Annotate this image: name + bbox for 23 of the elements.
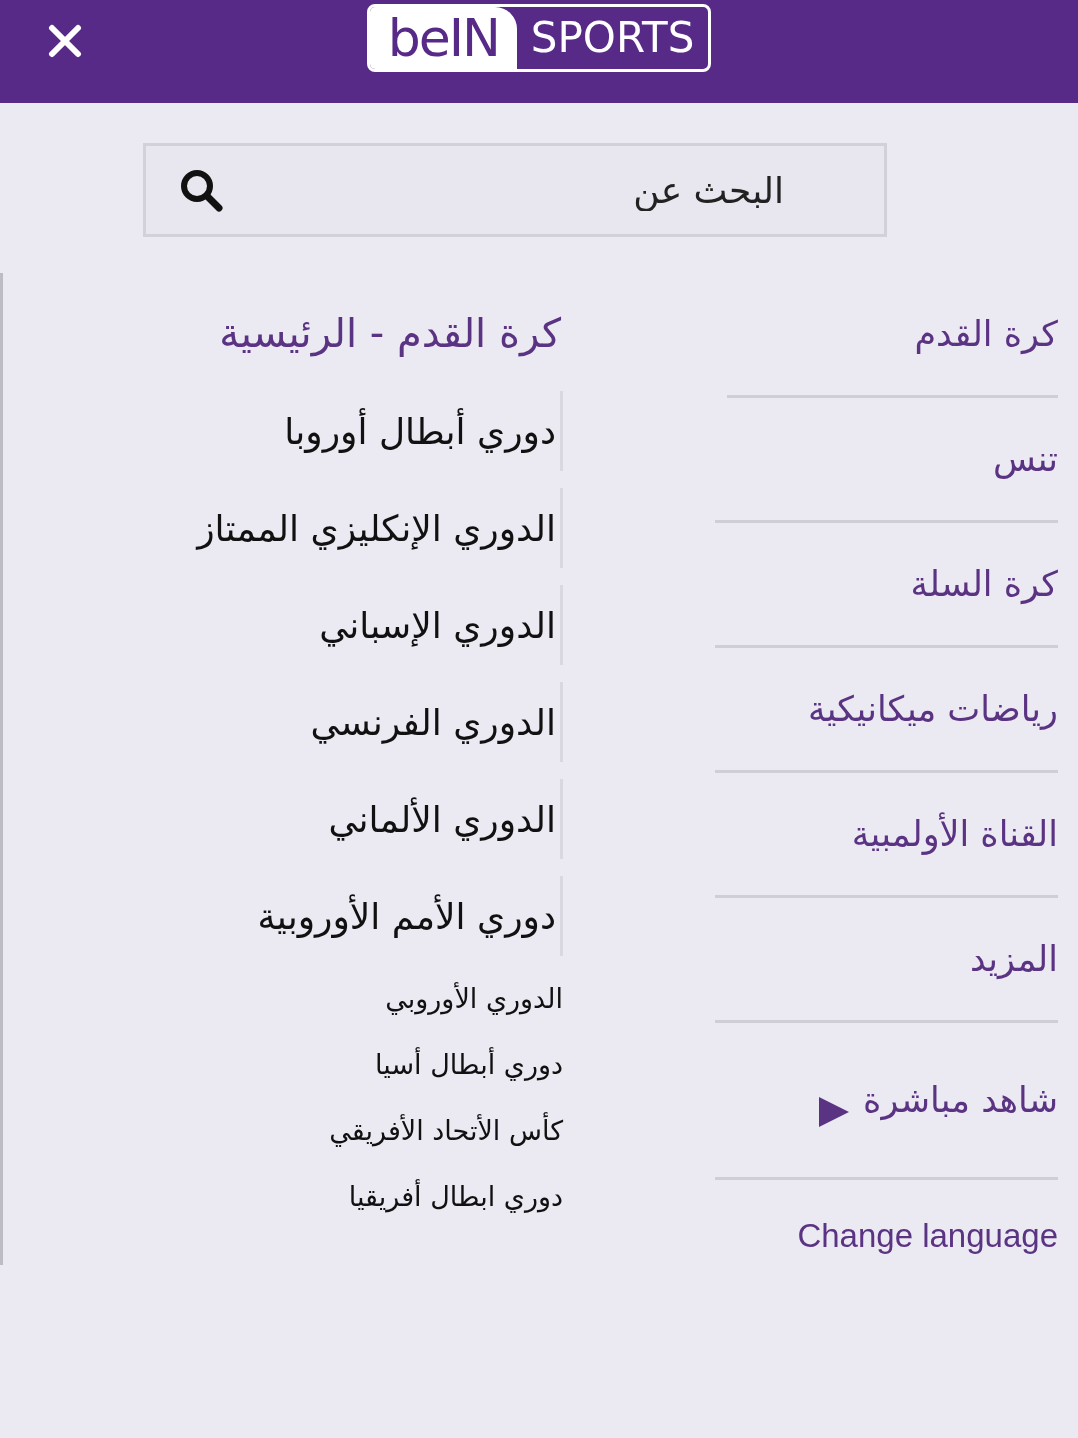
menu-item[interactable]: رياضات ميكانيكية	[807, 689, 1058, 729]
submenu-item[interactable]: دوري ابطال أفريقيا	[348, 1163, 563, 1229]
triangle-icon[interactable]	[819, 1097, 850, 1127]
submenu-title: كرة القدم - الرئيسية	[219, 309, 562, 359]
menu-item[interactable]: تنس	[993, 439, 1058, 479]
submenu-item[interactable]: دوري الأمم الأوروبية	[257, 876, 563, 956]
submenu-item[interactable]: الدوري الإسباني	[319, 585, 563, 665]
submenu-item[interactable]: الدوري الأوروبي	[385, 965, 563, 1031]
submenu-item[interactable]: دوري أبطال أسيا	[375, 1031, 563, 1097]
submenu-item[interactable]: دوري أبطال أوروبا	[284, 391, 563, 471]
change-language-link[interactable]: Change language	[797, 1217, 1058, 1255]
menu-item[interactable]: كرة السلة	[910, 564, 1058, 604]
submenu-item[interactable]: الدوري الألماني	[328, 779, 563, 859]
menu-item[interactable]: كرة القدم	[914, 314, 1058, 354]
menu-item[interactable]: القناة الأولمبية	[851, 814, 1058, 854]
submenu-item[interactable]: كأس الأتحاد الأفريقي	[329, 1097, 563, 1163]
close-icon[interactable]	[48, 24, 82, 58]
menu-item[interactable]: المزيد	[969, 939, 1058, 979]
logo-product: SPORTS	[529, 12, 696, 64]
submenu-item[interactable]: الدوري الإنكليزي الممتاز	[197, 488, 563, 568]
logo-brand: beIN	[369, 6, 517, 69]
menu-item[interactable]: شاهد مباشرة	[863, 1080, 1058, 1120]
submenu-item[interactable]: الدوري الفرنسي	[310, 682, 563, 762]
